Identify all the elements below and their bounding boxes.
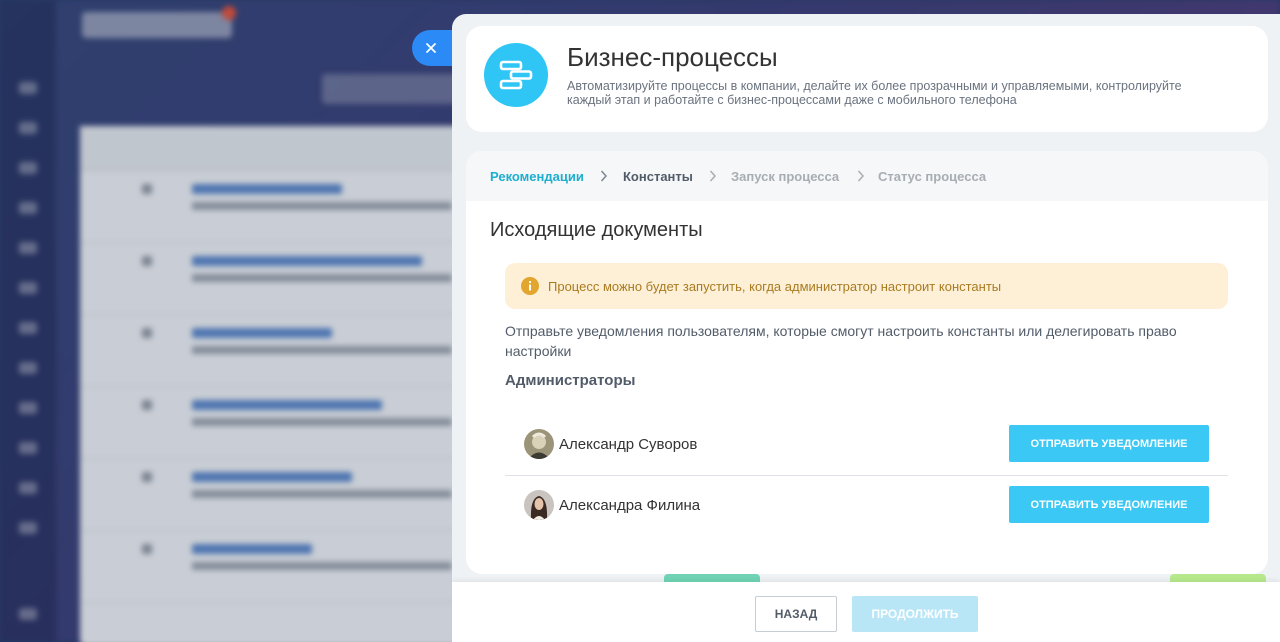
- admin-row: Александра Филина ОТПРАВИТЬ УВЕДОМЛЕНИЕ: [505, 476, 1228, 536]
- page-title: Бизнес-процессы: [567, 42, 778, 72]
- warning-alert: Процесс можно будет запустить, когда адм…: [505, 263, 1228, 309]
- admin-name: Александра Филина: [559, 497, 701, 514]
- chevron-right-icon: [600, 170, 608, 182]
- continue-button[interactable]: ПРОДОЛЖИТЬ: [852, 596, 978, 632]
- avatar: [524, 490, 554, 520]
- close-icon: [426, 43, 436, 53]
- business-process-slider: Бизнес-процессы Автоматизируйте процессы…: [452, 14, 1280, 642]
- step-launch[interactable]: Запуск процесса: [731, 169, 839, 184]
- page-description: Автоматизируйте процессы в компании, дел…: [567, 79, 1182, 107]
- avatar: [524, 429, 554, 459]
- chevron-right-icon: [857, 170, 865, 182]
- admin-row: Александр Суворов ОТПРАВИТЬ УВЕДОМЛЕНИЕ: [505, 415, 1228, 476]
- admins-label: Администраторы: [505, 372, 636, 389]
- send-notification-button[interactable]: ОТПРАВИТЬ УВЕДОМЛЕНИЕ: [1009, 486, 1209, 523]
- step-status[interactable]: Статус процесса: [878, 169, 986, 184]
- back-button[interactable]: НАЗАД: [755, 596, 837, 632]
- step-constants[interactable]: Константы: [623, 169, 693, 184]
- main-card: Рекомендации Константы Запуск процесса С…: [466, 151, 1268, 574]
- info-text: Отправьте уведомления пользователям, кот…: [505, 323, 1177, 359]
- section-title: Исходящие документы: [490, 219, 703, 241]
- footer-bar: НАЗАД ПРОДОЛЖИТЬ: [452, 582, 1280, 642]
- chevron-right-icon: [709, 170, 717, 182]
- steps-bar: Рекомендации Константы Запуск процесса С…: [466, 151, 1268, 201]
- admin-name: Александр Суворов: [559, 436, 698, 453]
- step-recommendations[interactable]: Рекомендации: [490, 169, 584, 184]
- header-card: Бизнес-процессы Автоматизируйте процессы…: [466, 26, 1268, 132]
- send-notification-button[interactable]: ОТПРАВИТЬ УВЕДОМЛЕНИЕ: [1009, 425, 1209, 462]
- info-icon: [521, 277, 539, 295]
- business-process-icon: [484, 43, 548, 107]
- alert-text: Процесс можно будет запустить, когда адм…: [548, 279, 1002, 294]
